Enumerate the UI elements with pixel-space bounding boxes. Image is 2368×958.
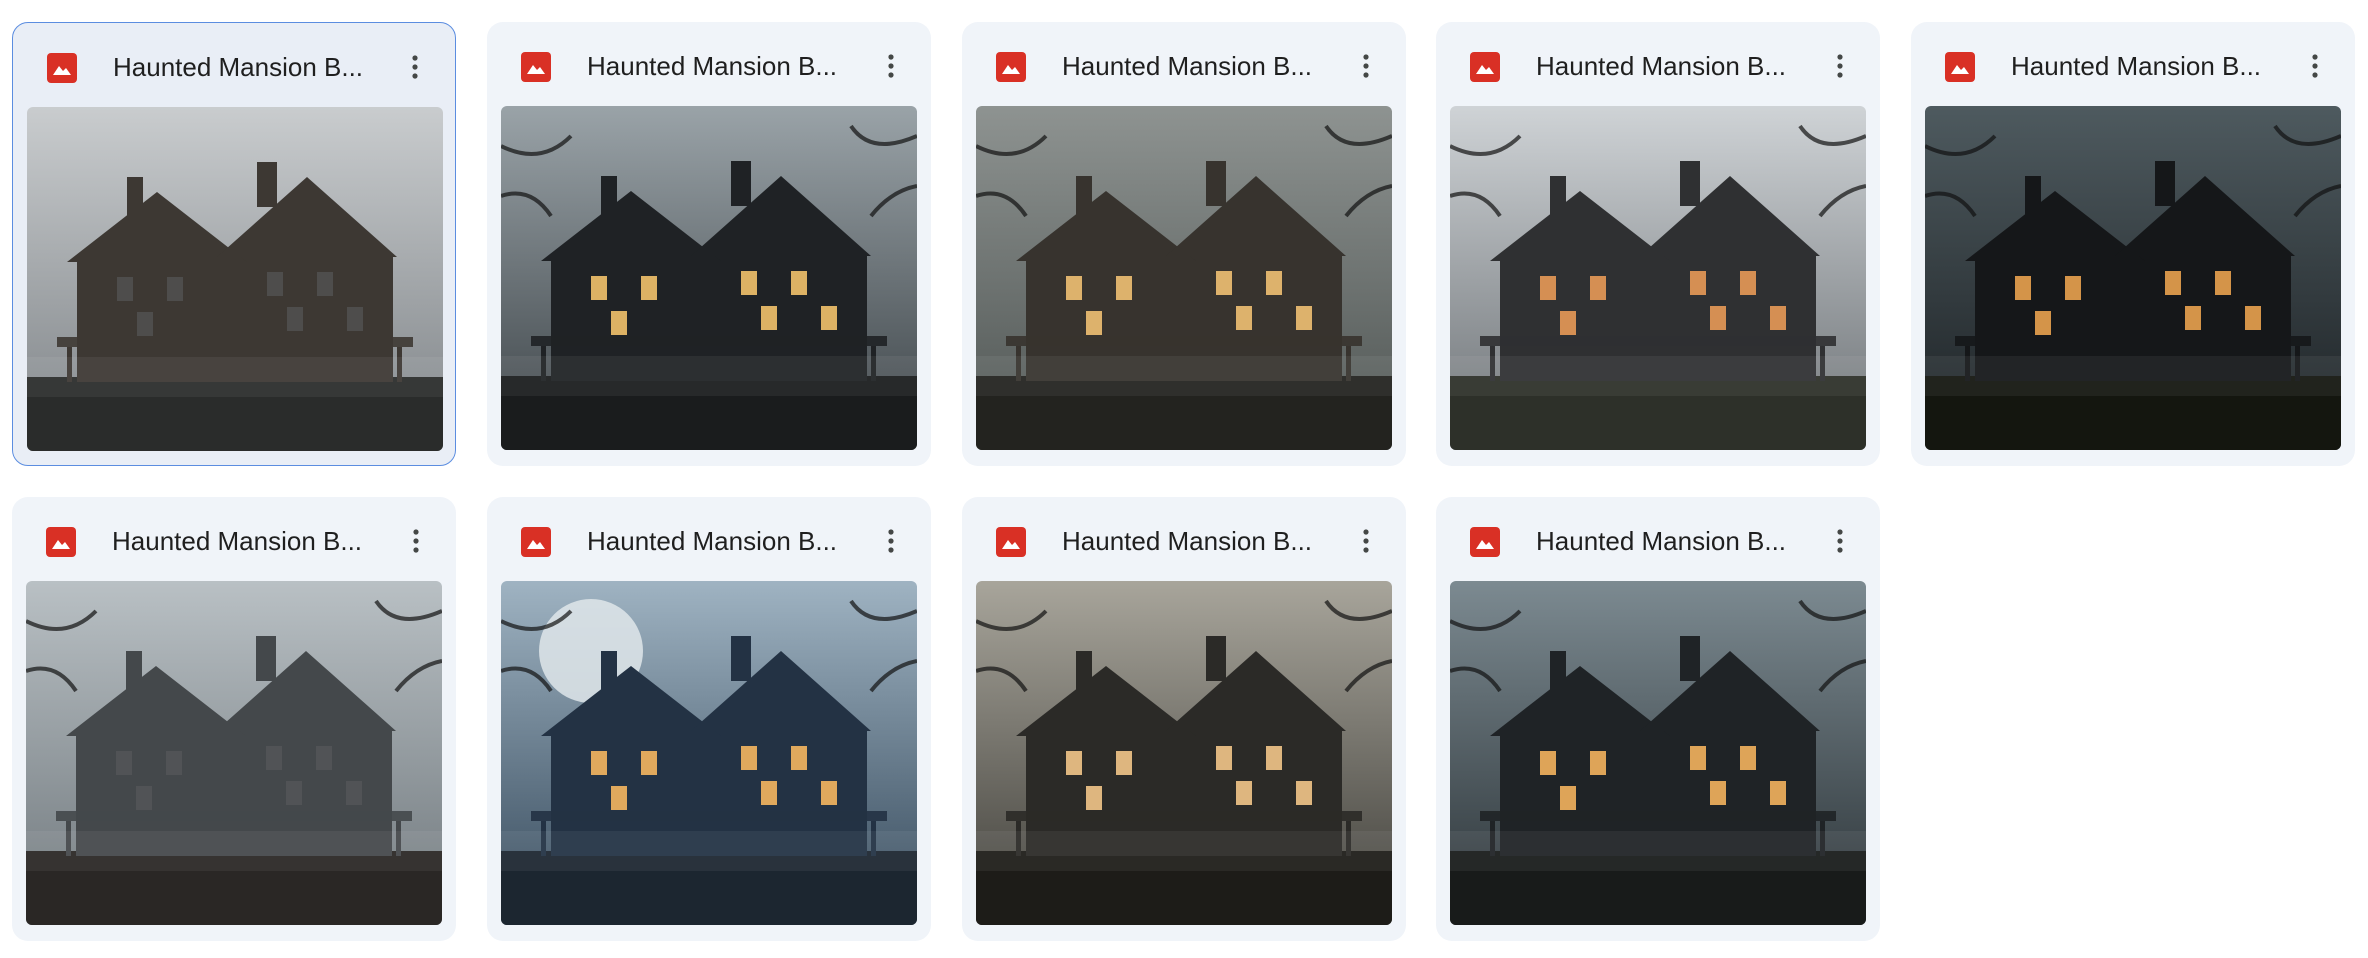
more-actions-button[interactable] <box>394 519 438 563</box>
image-file-icon-glyph <box>521 52 551 82</box>
file-card[interactable]: Haunted Mansion B... <box>1436 22 1880 466</box>
file-card-header: Haunted Mansion B... <box>487 22 931 106</box>
file-card[interactable]: Haunted Mansion B... <box>487 497 931 941</box>
file-thumbnail <box>1450 106 1866 450</box>
file-thumbnail <box>1450 581 1866 925</box>
image-file-icon-glyph <box>1470 527 1500 557</box>
file-name: Haunted Mansion B... <box>112 526 363 556</box>
file-card[interactable]: Haunted Mansion B... <box>962 497 1406 941</box>
image-file-icon-glyph <box>47 53 77 83</box>
file-card-header: Haunted Mansion B... <box>962 497 1406 581</box>
image-file-icon <box>1945 52 1975 82</box>
more-vertical-icon <box>412 55 418 79</box>
file-thumbnail <box>27 107 443 451</box>
file-card[interactable]: Haunted Mansion B... <box>1911 22 2355 466</box>
image-file-icon-glyph <box>996 52 1026 82</box>
mansion-illustration <box>27 107 443 451</box>
more-vertical-icon <box>2312 54 2318 78</box>
more-vertical-icon <box>888 529 894 553</box>
file-card[interactable]: Haunted Mansion B... <box>12 22 456 466</box>
more-vertical-icon <box>888 54 894 78</box>
mansion-illustration <box>26 581 442 925</box>
image-file-icon-glyph <box>1470 52 1500 82</box>
mansion-illustration <box>501 106 917 450</box>
more-vertical-icon <box>1837 529 1843 553</box>
more-actions-button[interactable] <box>1344 44 1388 88</box>
image-file-icon-glyph <box>46 527 76 557</box>
file-card-header: Haunted Mansion B... <box>1911 22 2355 106</box>
more-vertical-icon <box>1837 54 1843 78</box>
file-name: Haunted Mansion B... <box>587 51 838 81</box>
file-name: Haunted Mansion B... <box>113 52 364 82</box>
file-card-header: Haunted Mansion B... <box>962 22 1406 106</box>
more-actions-button[interactable] <box>1818 519 1862 563</box>
file-name: Haunted Mansion B... <box>2011 51 2262 81</box>
file-name: Haunted Mansion B... <box>1062 526 1313 556</box>
file-card-header: Haunted Mansion B... <box>1436 22 1880 106</box>
file-card[interactable]: Haunted Mansion B... <box>12 497 456 941</box>
image-file-icon <box>521 527 551 557</box>
image-file-icon <box>996 52 1026 82</box>
image-file-icon-glyph <box>996 527 1026 557</box>
more-actions-button[interactable] <box>393 45 437 89</box>
image-file-icon <box>46 527 76 557</box>
more-vertical-icon <box>1363 529 1369 553</box>
more-actions-button[interactable] <box>2293 44 2337 88</box>
file-thumbnail <box>501 581 917 925</box>
file-card-header: Haunted Mansion B... <box>12 497 456 581</box>
more-vertical-icon <box>1363 54 1369 78</box>
more-actions-button[interactable] <box>1344 519 1388 563</box>
file-card-header: Haunted Mansion B... <box>1436 497 1880 581</box>
file-card[interactable]: Haunted Mansion B... <box>962 22 1406 466</box>
file-name: Haunted Mansion B... <box>1536 51 1787 81</box>
mansion-illustration <box>1925 106 2341 450</box>
file-thumbnail <box>501 106 917 450</box>
more-vertical-icon <box>413 529 419 553</box>
file-name: Haunted Mansion B... <box>1536 526 1787 556</box>
mansion-illustration <box>501 581 917 925</box>
file-card-header: Haunted Mansion B... <box>487 497 931 581</box>
mansion-illustration <box>1450 581 1866 925</box>
more-actions-button[interactable] <box>1818 44 1862 88</box>
image-file-icon-glyph <box>521 527 551 557</box>
file-thumbnail <box>1925 106 2341 450</box>
image-file-icon <box>996 527 1026 557</box>
file-name: Haunted Mansion B... <box>1062 51 1313 81</box>
mansion-illustration <box>976 106 1392 450</box>
image-file-icon <box>1470 52 1500 82</box>
file-thumbnail <box>976 106 1392 450</box>
file-grid: Haunted Mansion B... Haunted Mansion B..… <box>0 0 2368 958</box>
file-card-header: Haunted Mansion B... <box>13 23 455 107</box>
mansion-illustration <box>1450 106 1866 450</box>
image-file-icon <box>47 53 77 83</box>
more-actions-button[interactable] <box>869 519 913 563</box>
file-name: Haunted Mansion B... <box>587 526 838 556</box>
file-card[interactable]: Haunted Mansion B... <box>487 22 931 466</box>
file-card[interactable]: Haunted Mansion B... <box>1436 497 1880 941</box>
file-thumbnail <box>26 581 442 925</box>
more-actions-button[interactable] <box>869 44 913 88</box>
image-file-icon <box>521 52 551 82</box>
mansion-illustration <box>976 581 1392 925</box>
image-file-icon <box>1470 527 1500 557</box>
file-thumbnail <box>976 581 1392 925</box>
image-file-icon-glyph <box>1945 52 1975 82</box>
